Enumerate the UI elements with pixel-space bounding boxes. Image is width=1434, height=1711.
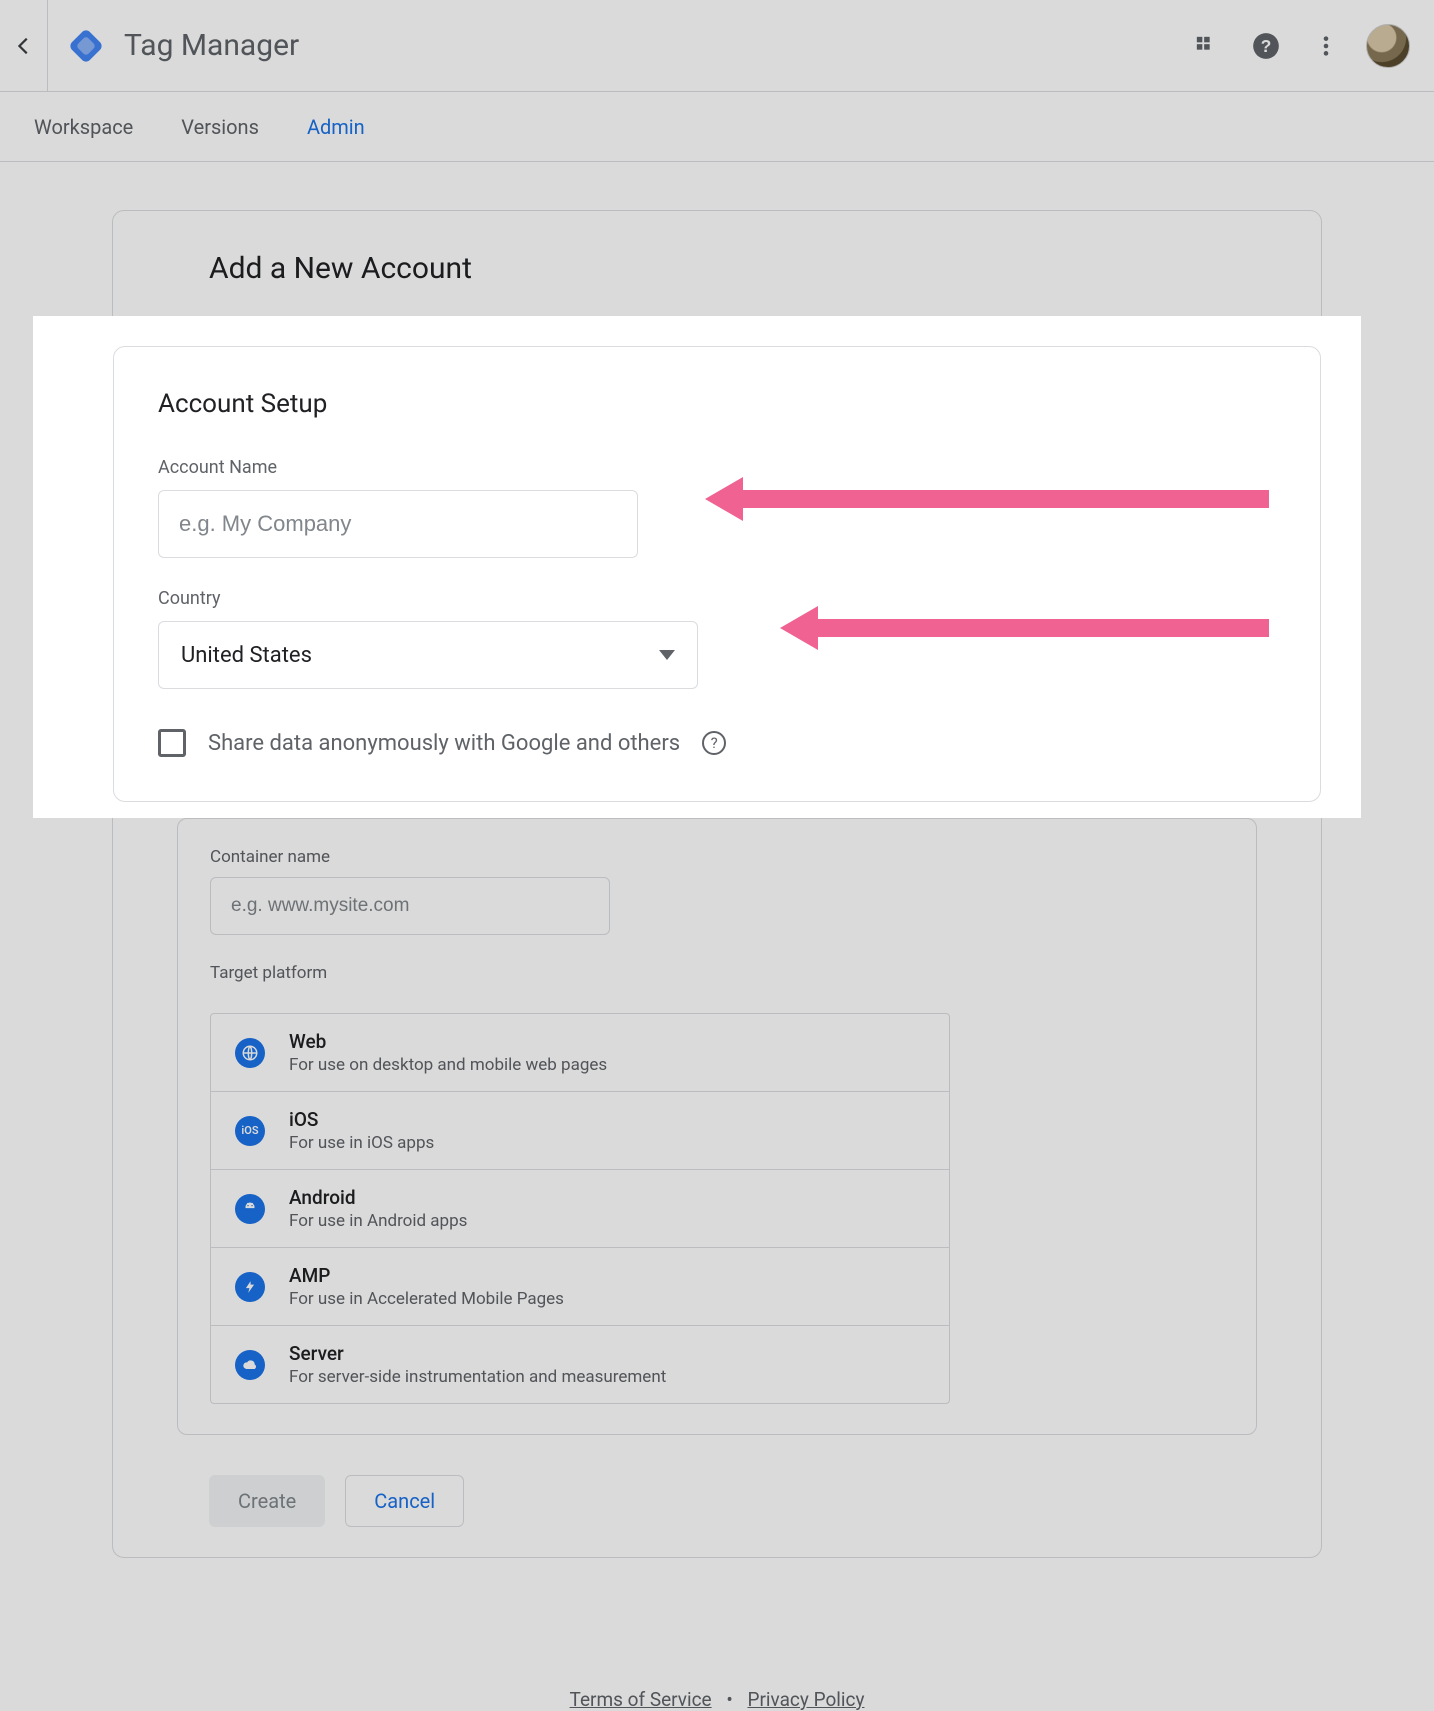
account-name-input[interactable] <box>158 490 638 558</box>
globe-icon <box>235 1038 265 1068</box>
annotation-arrow-2 <box>814 619 1269 637</box>
platform-sub: For use in Android apps <box>289 1211 467 1231</box>
account-name-label: Account Name <box>158 457 1276 478</box>
svg-text:?: ? <box>1261 35 1272 55</box>
target-platform-label: Target platform <box>210 963 1224 983</box>
account-setup-title: Account Setup <box>158 389 1276 419</box>
container-name-label: Container name <box>210 847 1224 867</box>
app-header: Tag Manager ? <box>0 0 1434 92</box>
platform-title: Web <box>289 1030 607 1053</box>
account-setup-panel: Account Setup Account Name Country Unite… <box>113 346 1321 802</box>
caret-down-icon <box>659 650 675 660</box>
container-setup-panel: Container name Target platform Web For u… <box>177 818 1257 1435</box>
annotation-arrow-1 <box>739 490 1269 508</box>
ios-icon: iOS <box>235 1116 265 1146</box>
cancel-button[interactable]: Cancel <box>345 1475 464 1527</box>
bolt-icon <box>235 1272 265 1302</box>
nav-tabs: Workspace Versions Admin <box>0 92 1434 162</box>
cloud-icon <box>235 1350 265 1380</box>
terms-link[interactable]: Terms of Service <box>570 1688 712 1711</box>
platform-web[interactable]: Web For use on desktop and mobile web pa… <box>211 1014 949 1092</box>
platform-server[interactable]: Server For server-side instrumentation a… <box>211 1326 949 1403</box>
tab-admin[interactable]: Admin <box>307 115 365 139</box>
platform-title: iOS <box>289 1108 434 1131</box>
container-name-input[interactable] <box>210 877 610 935</box>
platform-list: Web For use on desktop and mobile web pa… <box>210 1013 950 1404</box>
account-setup-highlight: Account Setup Account Name Country Unite… <box>33 316 1361 818</box>
country-select[interactable]: United States <box>158 621 698 689</box>
share-anon-checkbox[interactable] <box>158 729 186 757</box>
more-vert-icon[interactable] <box>1306 26 1346 66</box>
tag-manager-logo <box>61 20 112 71</box>
apps-grid-icon[interactable] <box>1186 26 1226 66</box>
platform-sub: For use in Accelerated Mobile Pages <box>289 1289 564 1309</box>
platform-android[interactable]: Android For use in Android apps <box>211 1170 949 1248</box>
create-button[interactable]: Create <box>209 1475 325 1527</box>
arrow-left-icon <box>13 35 35 57</box>
dot-separator: • <box>726 1688 732 1711</box>
platform-sub: For server-side instrumentation and meas… <box>289 1367 666 1387</box>
privacy-link[interactable]: Privacy Policy <box>747 1688 864 1711</box>
page-card: Add a New Account Account Setup Account … <box>112 210 1322 1558</box>
country-value: United States <box>181 643 312 668</box>
page-title: Add a New Account <box>113 211 1321 316</box>
android-icon <box>235 1194 265 1224</box>
platform-title: Server <box>289 1342 666 1365</box>
tab-versions[interactable]: Versions <box>181 115 259 139</box>
avatar[interactable] <box>1366 24 1410 68</box>
help-icon[interactable]: ? <box>1246 26 1286 66</box>
platform-sub: For use in iOS apps <box>289 1133 434 1153</box>
share-anon-label: Share data anonymously with Google and o… <box>208 731 680 756</box>
platform-amp[interactable]: AMP For use in Accelerated Mobile Pages <box>211 1248 949 1326</box>
legal-footer: Terms of Service • Privacy Policy <box>0 1638 1434 1711</box>
share-help-icon[interactable]: ? <box>702 731 726 755</box>
footer-buttons: Create Cancel <box>113 1435 1321 1527</box>
platform-sub: For use on desktop and mobile web pages <box>289 1055 607 1075</box>
tab-workspace[interactable]: Workspace <box>34 115 133 139</box>
country-label: Country <box>158 588 1276 609</box>
back-button[interactable] <box>0 0 48 92</box>
app-title: Tag Manager <box>124 28 299 63</box>
platform-title: Android <box>289 1186 467 1209</box>
platform-ios[interactable]: iOS iOS For use in iOS apps <box>211 1092 949 1170</box>
main-area: Add a New Account Account Setup Account … <box>0 162 1434 1638</box>
platform-title: AMP <box>289 1264 564 1287</box>
